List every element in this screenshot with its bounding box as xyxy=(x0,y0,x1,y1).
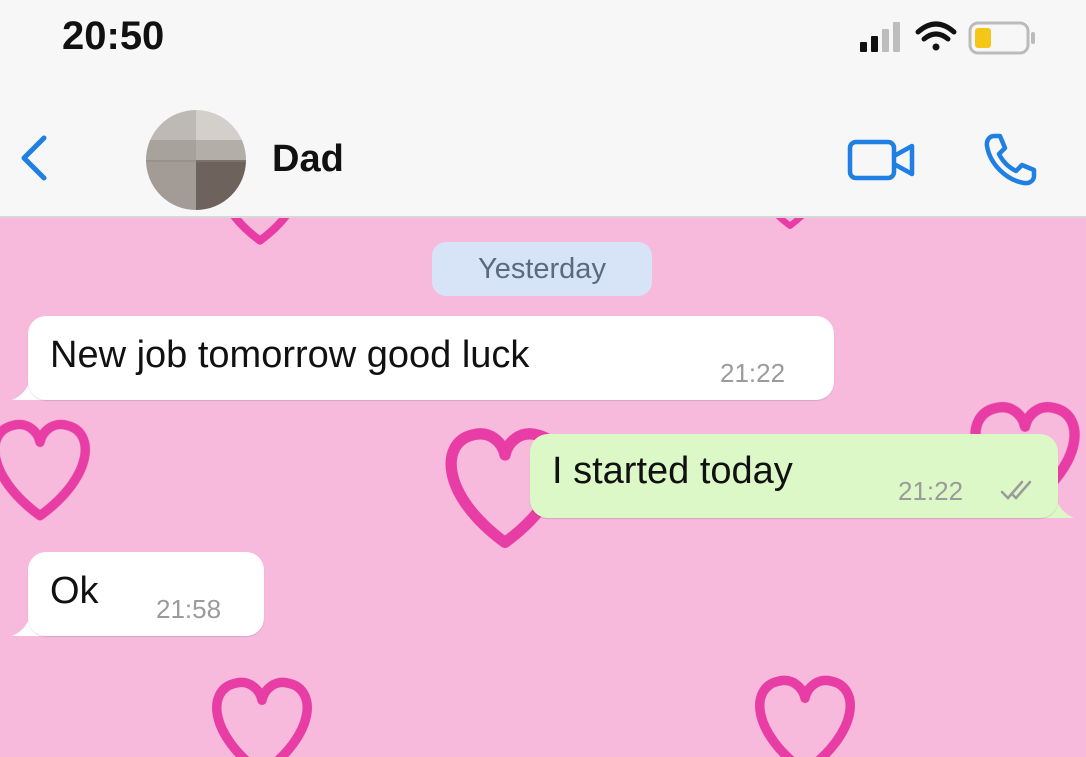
heart-icon xyxy=(217,682,307,757)
heart-icon xyxy=(0,424,85,515)
wifi-icon xyxy=(915,21,957,51)
message-time: 21:58 xyxy=(156,594,222,624)
status-time: 20:50 xyxy=(62,14,165,58)
heart-icon xyxy=(760,680,850,757)
double-check-icon xyxy=(1000,480,1032,500)
status-icons xyxy=(860,21,1035,55)
chat-area[interactable]: Yesterday New job tomorrow good luck 21:… xyxy=(0,218,1086,757)
message-bubble-incoming[interactable]: New job tomorrow good luck 21:22 xyxy=(28,316,834,400)
message-text: Ok xyxy=(50,570,99,612)
message-text: New job tomorrow good luck xyxy=(50,334,530,376)
phone-icon[interactable] xyxy=(980,130,1040,190)
battery-icon xyxy=(968,21,1035,55)
message-time: 21:22 xyxy=(720,358,786,388)
heart-icon xyxy=(760,218,820,226)
signal-icon xyxy=(860,22,900,52)
chat-header: Dad xyxy=(0,90,1086,218)
heart-icon xyxy=(221,218,299,241)
status-bar: 20:50 xyxy=(0,0,1086,90)
contact-name[interactable]: Dad xyxy=(272,138,344,181)
message-bubble-outgoing[interactable]: I started today 21:22 xyxy=(530,434,1058,518)
avatar-image xyxy=(146,110,246,210)
message-text: I started today xyxy=(552,450,793,492)
message-time: 21:22 xyxy=(898,476,964,506)
message-bubble-incoming[interactable]: Ok 21:58 xyxy=(28,552,264,636)
video-camera-icon[interactable] xyxy=(846,134,918,186)
date-separator: Yesterday xyxy=(432,242,652,296)
chevron-left-icon[interactable] xyxy=(14,130,54,186)
avatar[interactable] xyxy=(146,110,246,210)
